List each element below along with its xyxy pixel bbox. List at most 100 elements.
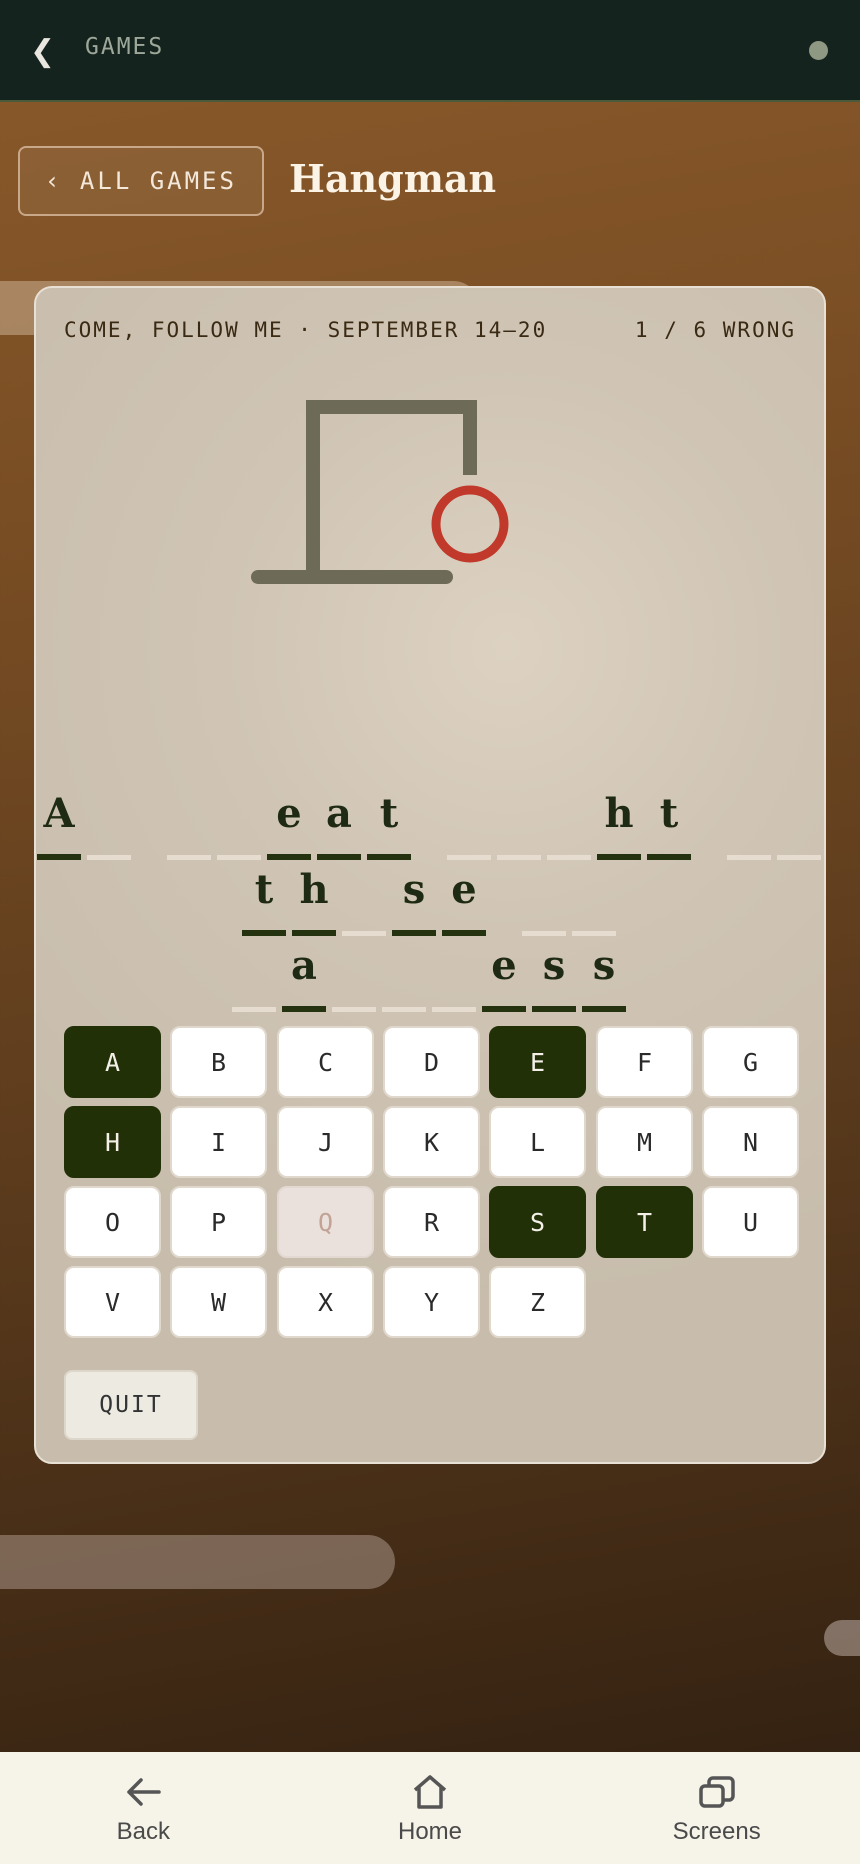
- app-bar-title: GAMES: [85, 34, 165, 60]
- key-e[interactable]: E: [489, 1026, 586, 1098]
- hangman-card: COME, FOLLOW ME · SEPTEMBER 14–20 1 / 6 …: [34, 286, 826, 1464]
- key-h[interactable]: H: [64, 1106, 161, 1178]
- letter-slot-underline: [37, 854, 81, 860]
- key-l[interactable]: L: [489, 1106, 586, 1178]
- letter-slot-char: s: [592, 942, 616, 989]
- letter-slot: e: [442, 866, 486, 936]
- key-x[interactable]: X: [277, 1266, 374, 1338]
- key-k[interactable]: K: [383, 1106, 480, 1178]
- letter-slot-char: h: [604, 790, 634, 837]
- key-b[interactable]: B: [170, 1026, 267, 1098]
- nav-screens-button[interactable]: Screens: [573, 1752, 860, 1864]
- letter-slot-underline: [777, 855, 821, 860]
- all-games-button[interactable]: ‹ ALL GAMES: [18, 146, 264, 216]
- key-s[interactable]: S: [489, 1186, 586, 1258]
- letter-slot-underline: [582, 1006, 626, 1012]
- background-decoration: [0, 1535, 395, 1589]
- key-m[interactable]: M: [596, 1106, 693, 1178]
- letter-slot: t: [367, 790, 411, 860]
- letter-slot-underline: [432, 1007, 476, 1012]
- letter-slot: [547, 790, 591, 860]
- letter-slot: t: [242, 866, 286, 936]
- letter-slot-underline: [217, 855, 261, 860]
- letter-slot: s: [582, 942, 626, 1012]
- letter-slot-underline: [572, 931, 616, 936]
- letter-slot: [332, 942, 376, 1012]
- letter-slot-underline: [522, 931, 566, 936]
- key-c[interactable]: C: [277, 1026, 374, 1098]
- letter-slot-underline: [727, 855, 771, 860]
- letter-slot: [87, 790, 131, 860]
- letter-slot: s: [392, 866, 436, 936]
- nav-back-label: Back: [116, 1818, 171, 1845]
- key-g[interactable]: G: [702, 1026, 799, 1098]
- key-t[interactable]: T: [596, 1186, 693, 1258]
- letter-slot-underline: [367, 854, 411, 860]
- key-o[interactable]: O: [64, 1186, 161, 1258]
- key-f[interactable]: F: [596, 1026, 693, 1098]
- gallows-drawing: [251, 400, 509, 584]
- letter-slot: e: [482, 942, 526, 1012]
- letter-slot: [382, 942, 426, 1012]
- letter-slot: [522, 866, 566, 936]
- background-decoration: [824, 1620, 860, 1656]
- letter-slot-char: a: [326, 790, 352, 837]
- status-dot-icon: [809, 41, 828, 60]
- letter-slot-underline: [647, 854, 691, 860]
- letter-slot: [167, 790, 211, 860]
- letter-slot-underline: [232, 1007, 276, 1012]
- letter-slot-char: s: [402, 866, 426, 913]
- key-p[interactable]: P: [170, 1186, 267, 1258]
- nav-back-button[interactable]: Back: [0, 1752, 287, 1864]
- letter-slot: [572, 866, 616, 936]
- key-d[interactable]: D: [383, 1026, 480, 1098]
- letter-slot-char: e: [276, 790, 302, 837]
- letter-slot-underline: [292, 930, 336, 936]
- letter-slot: a: [317, 790, 361, 860]
- letter-slot-underline: [597, 854, 641, 860]
- letter-slot: h: [597, 790, 641, 860]
- letter-slot-underline: [392, 930, 436, 936]
- key-u[interactable]: U: [702, 1186, 799, 1258]
- key-v[interactable]: V: [64, 1266, 161, 1338]
- letter-slot: [497, 790, 541, 860]
- letter-slot-underline: [282, 1006, 326, 1012]
- nav-home-button[interactable]: Home: [287, 1752, 574, 1864]
- key-z[interactable]: Z: [489, 1266, 586, 1338]
- quit-button[interactable]: QUIT: [64, 1370, 198, 1440]
- page-title: Hangman: [289, 156, 497, 201]
- screens-icon: [698, 1776, 735, 1808]
- key-r[interactable]: R: [383, 1186, 480, 1258]
- nav-home-label: Home: [397, 1818, 463, 1845]
- back-chevron-icon[interactable]: ❮: [30, 34, 55, 69]
- key-q[interactable]: Q: [277, 1186, 374, 1258]
- letter-slot-underline: [532, 1006, 576, 1012]
- home-icon: [413, 1775, 447, 1809]
- letter-slot: [432, 942, 476, 1012]
- key-j[interactable]: J: [277, 1106, 374, 1178]
- bottom-navigation: Back Home Screens: [0, 1752, 860, 1864]
- nav-screens-label: Screens: [672, 1818, 761, 1845]
- key-a[interactable]: A: [64, 1026, 161, 1098]
- letter-slot-char: t: [659, 790, 679, 837]
- key-y[interactable]: Y: [383, 1266, 480, 1338]
- letter-slot: A: [37, 790, 81, 860]
- arrow-left-icon: [127, 1778, 162, 1806]
- key-i[interactable]: I: [170, 1106, 267, 1178]
- letter-slot-char: e: [451, 866, 477, 913]
- letter-slot-underline: [87, 855, 131, 860]
- letter-slot: t: [647, 790, 691, 860]
- key-w[interactable]: W: [170, 1266, 267, 1338]
- hangman-head: [431, 485, 509, 563]
- letter-slot: [777, 790, 821, 860]
- key-n[interactable]: N: [702, 1106, 799, 1178]
- letter-slot-underline: [242, 930, 286, 936]
- letter-slot-underline: [267, 854, 311, 860]
- letter-slot: h: [292, 866, 336, 936]
- letter-slot-char: a: [291, 942, 317, 989]
- letter-slot: [727, 790, 771, 860]
- letter-slot-char: t: [254, 866, 274, 913]
- letter-slot-char: e: [491, 942, 517, 989]
- letter-slot: [447, 790, 491, 860]
- letter-slot-underline: [332, 1007, 376, 1012]
